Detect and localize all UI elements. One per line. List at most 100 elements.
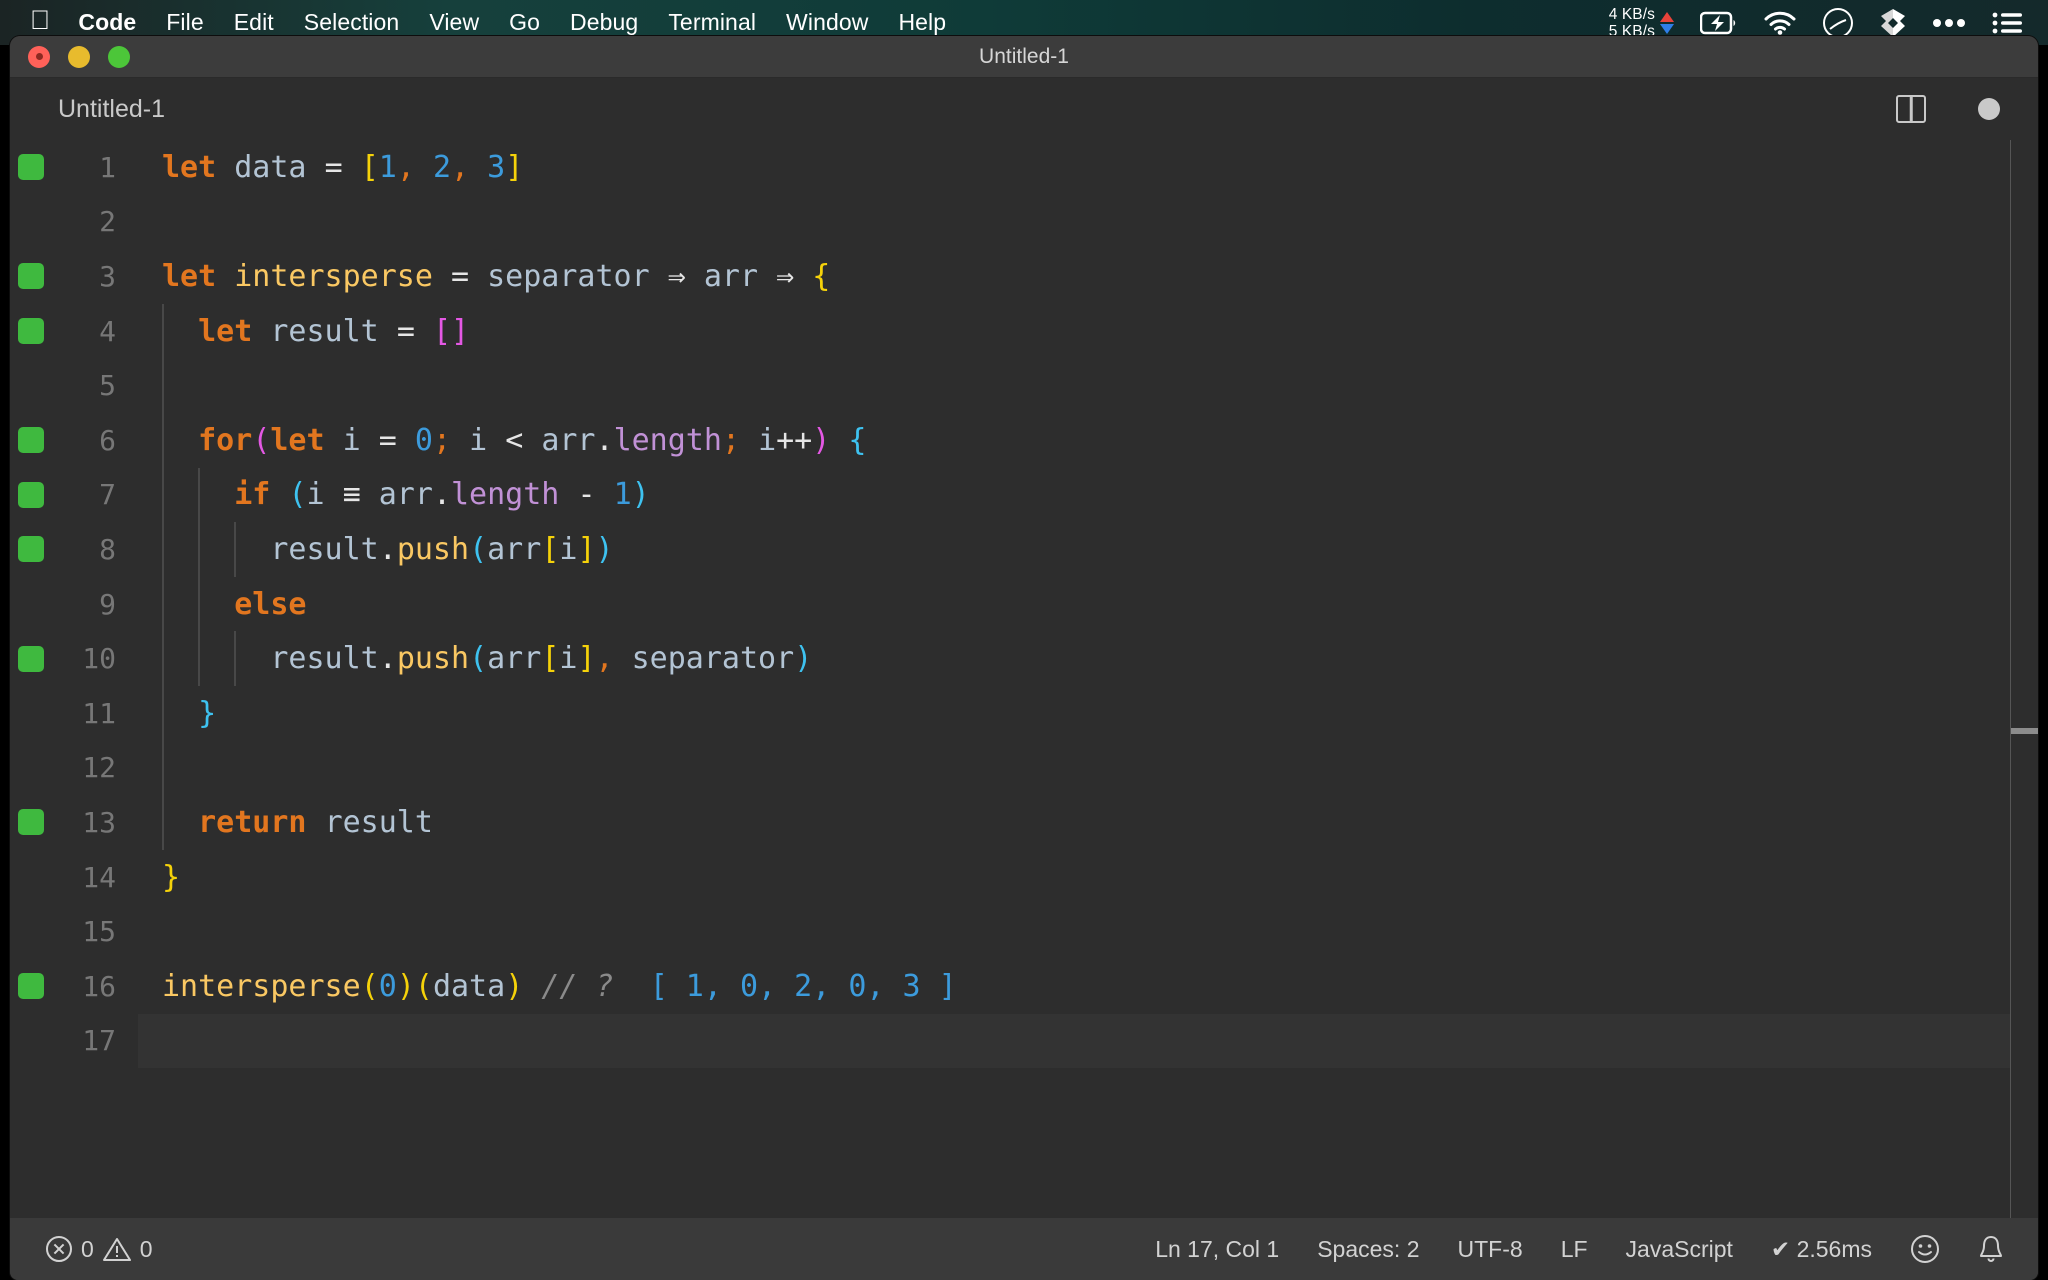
indent-guide: [162, 522, 164, 577]
code-line[interactable]: 15: [10, 904, 2038, 959]
menu-item-window[interactable]: Window: [786, 9, 868, 36]
code-line[interactable]: 4 let result = []: [10, 303, 2038, 359]
code-token: ): [812, 422, 831, 458]
menu-item-help[interactable]: Help: [898, 9, 946, 36]
code-token: ): [631, 477, 650, 513]
code-line-content[interactable]: [138, 195, 2038, 250]
breakpoint-gutter[interactable]: [10, 263, 52, 290]
breakpoint-gutter[interactable]: [10, 427, 52, 454]
code-line-content[interactable]: [138, 1013, 2038, 1069]
code-line-content[interactable]: }: [138, 850, 2038, 905]
breakpoint-gutter[interactable]: [10, 973, 52, 1000]
code-line[interactable]: 9 else: [10, 576, 2038, 632]
indentation[interactable]: Spaces: 2: [1317, 1236, 1419, 1263]
code-line-content[interactable]: intersperse(0)(data) // ? [ 1, 0, 2, 0, …: [138, 959, 2038, 1014]
code-line[interactable]: 3 let intersperse = separator ⇒ arr ⇒ {: [10, 249, 2038, 304]
apple-logo-icon[interactable]: : [30, 7, 50, 34]
smiley-icon[interactable]: [1910, 1234, 1940, 1264]
code-line[interactable]: 12: [10, 740, 2038, 796]
code-line[interactable]: 14}: [10, 850, 2038, 905]
line-number: 4: [99, 314, 116, 348]
network-speed-indicator[interactable]: 4 KB/s 5 KB/s: [1609, 6, 1674, 40]
quokka-runtime[interactable]: ✔ 2.56ms: [1771, 1236, 1872, 1263]
menu-item-edit[interactable]: Edit: [234, 9, 274, 36]
code-line-content[interactable]: result. push(arr[i], separator): [138, 631, 2038, 686]
ellipsis-icon[interactable]: [1932, 18, 1966, 28]
code-line[interactable]: 17: [10, 1013, 2038, 1069]
dropbox-icon[interactable]: [1880, 8, 1906, 38]
breakpoint-gutter[interactable]: [10, 154, 52, 181]
menu-item-selection[interactable]: Selection: [304, 9, 400, 36]
code-line[interactable]: 6 for(let i = 0; i < arr. length; i ++) {: [10, 412, 2038, 468]
cursor-position[interactable]: Ln 17, Col 1: [1155, 1236, 1279, 1263]
breakpoint-gutter[interactable]: [10, 645, 52, 672]
code-token: }: [162, 859, 181, 895]
menu-item-file[interactable]: File: [166, 9, 203, 36]
code-line[interactable]: 8 result. push(arr[i]): [10, 522, 2038, 577]
control-center-icon[interactable]: [1992, 11, 2022, 35]
tab-untitled-1[interactable]: Untitled-1: [58, 95, 165, 124]
code-line[interactable]: 10 result. push(arr[i], separator): [10, 631, 2038, 686]
code-line-content[interactable]: return result: [138, 795, 2038, 850]
code-line-content[interactable]: }: [138, 685, 2038, 741]
breakpoint-gutter[interactable]: [10, 809, 52, 836]
code-token: data: [234, 149, 307, 185]
wifi-icon[interactable]: [1764, 11, 1796, 35]
code-line[interactable]: 5: [10, 358, 2038, 413]
overview-ruler-scrollbar[interactable]: [2010, 140, 2038, 1218]
problems-indicator[interactable]: 0 0: [46, 1236, 153, 1263]
code-line[interactable]: 1 let data = [1, 2, 3]: [10, 140, 2038, 195]
breakpoint-gutter[interactable]: [10, 481, 52, 508]
breakpoint-gutter[interactable]: [10, 536, 52, 563]
code-coverage-marker-icon: [18, 318, 44, 345]
menu-item-view[interactable]: View: [429, 9, 479, 36]
do-not-disturb-icon[interactable]: [1822, 7, 1854, 39]
code-line-content[interactable]: let data = [1, 2, 3]: [138, 140, 2038, 195]
code-line-content[interactable]: [138, 904, 2038, 959]
unsaved-dot-indicator[interactable]: [1978, 98, 2000, 120]
breakpoint-gutter[interactable]: [10, 318, 52, 345]
language-mode[interactable]: JavaScript: [1626, 1236, 1733, 1263]
menu-item-code[interactable]: Code: [78, 9, 136, 36]
code-token: ): [794, 641, 813, 677]
indent-guide: [162, 576, 164, 632]
code-line-content[interactable]: let intersperse = separator ⇒ arr ⇒ {: [138, 249, 2038, 304]
split-editor-icon[interactable]: [1896, 95, 1926, 123]
bell-icon[interactable]: [1978, 1234, 2004, 1264]
window-titlebar: Untitled-1: [10, 36, 2038, 78]
battery-charging-icon[interactable]: [1700, 11, 1738, 35]
indent-guide: [198, 631, 201, 686]
code-line[interactable]: 16 intersperse(0)(data) // ? [ 1, 0, 2, 0…: [10, 959, 2038, 1014]
menu-item-debug[interactable]: Debug: [570, 9, 638, 36]
menu-item-terminal[interactable]: Terminal: [668, 9, 756, 36]
code-token: i: [306, 477, 325, 513]
code-token: 2: [432, 149, 451, 185]
code-line-content[interactable]: let result = []: [138, 303, 2038, 359]
warning-icon: [102, 1237, 131, 1262]
code-line-content[interactable]: [138, 740, 2038, 796]
code-line[interactable]: 13 return result: [10, 795, 2038, 850]
code-line-content[interactable]: [138, 358, 2038, 413]
code-line-content[interactable]: else: [138, 576, 2038, 632]
code-line-content[interactable]: for(let i = 0; i < arr. length; i ++) {: [138, 412, 2038, 468]
code-editor[interactable]: 1 let data = [1, 2, 3] 2 3 let intersperse =…: [10, 140, 2038, 1218]
menu-item-go[interactable]: Go: [509, 9, 540, 36]
code-line[interactable]: 2: [10, 195, 2038, 250]
code-line-content[interactable]: if (i ≡ arr. length - 1): [138, 467, 2038, 523]
code-line[interactable]: 11 }: [10, 685, 2038, 741]
code-token: let: [270, 422, 325, 458]
code-coverage-marker-icon: [18, 263, 44, 290]
code-line-content[interactable]: result. push(arr[i]): [138, 522, 2038, 577]
line-ending[interactable]: LF: [1561, 1236, 1588, 1263]
encoding[interactable]: UTF-8: [1458, 1236, 1523, 1263]
line-number: 5: [99, 369, 116, 403]
code-token: .: [378, 641, 397, 677]
code-line[interactable]: 7 if (i ≡ arr. length - 1): [10, 467, 2038, 523]
